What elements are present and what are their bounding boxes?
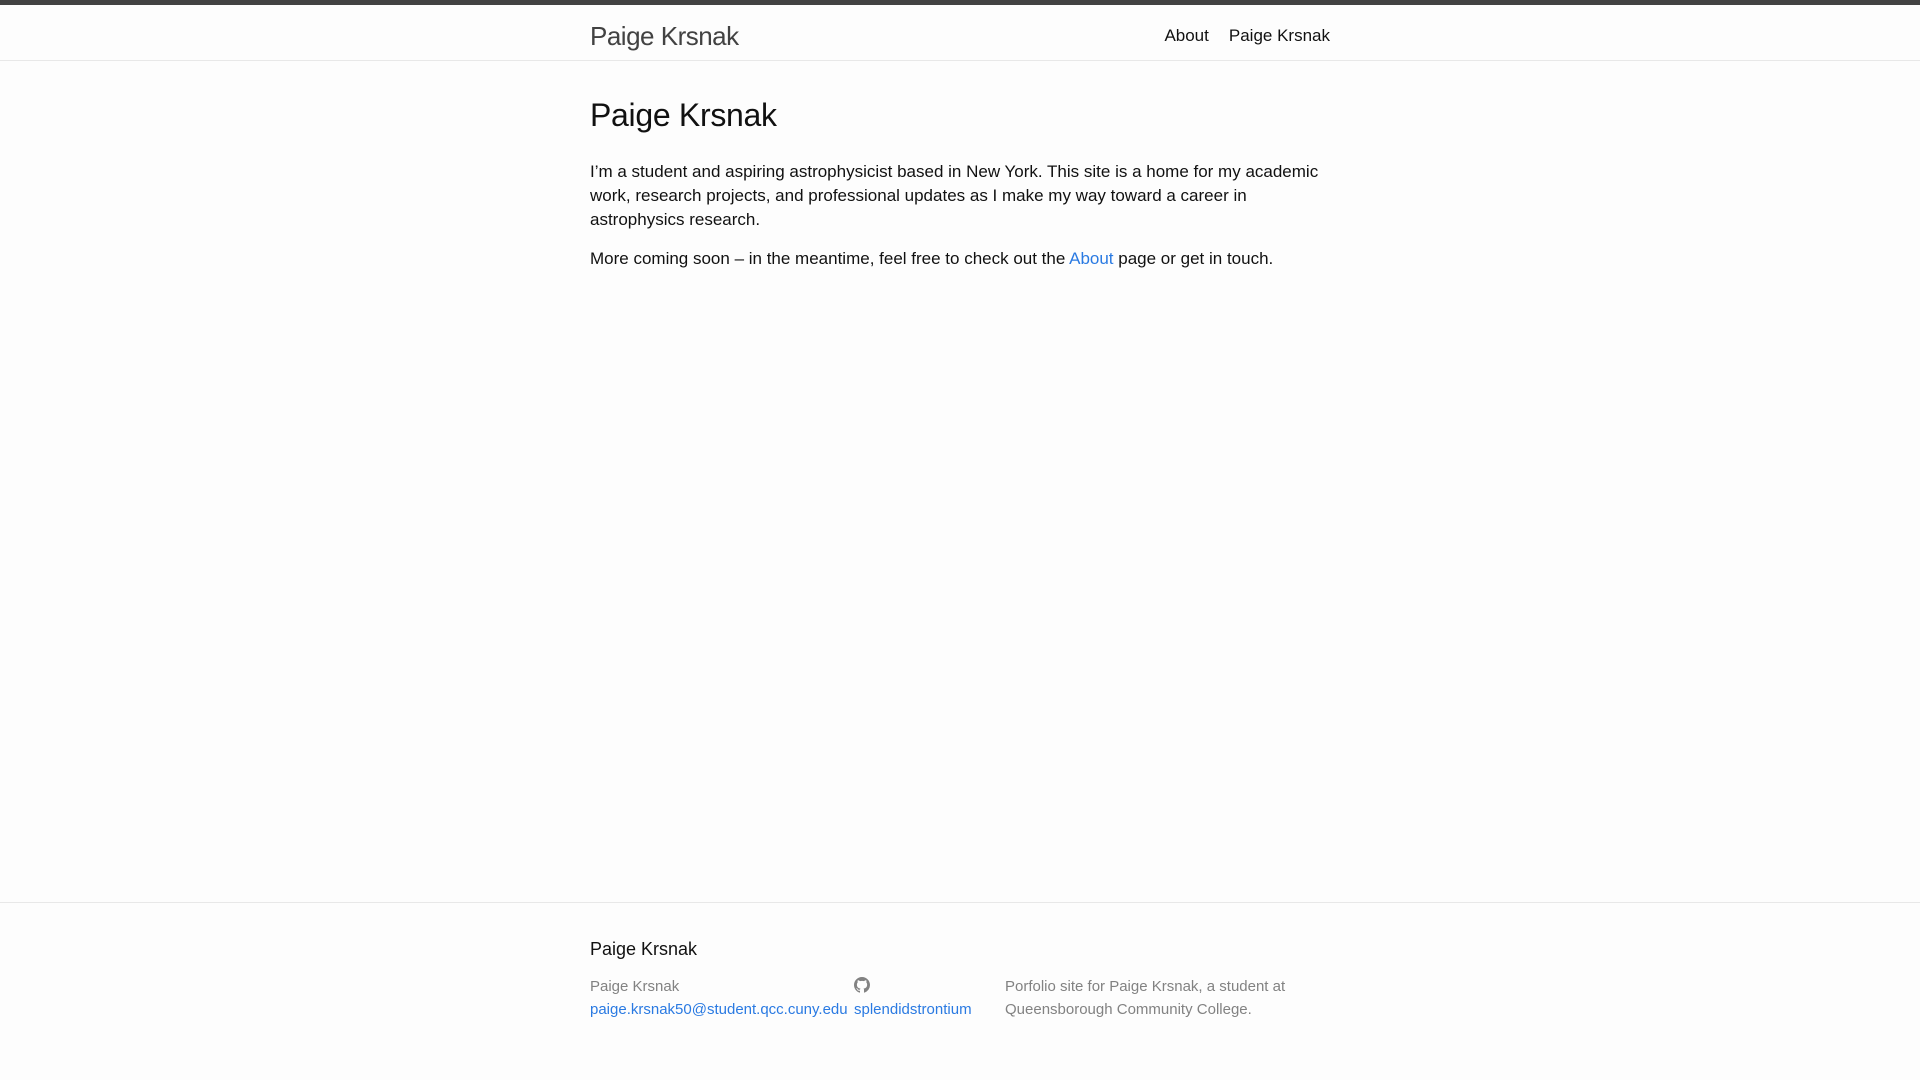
- coming-soon-text-after: page or get in touch.: [1113, 249, 1274, 268]
- page-content: Paige Krsnak I’m a student and aspiring …: [590, 90, 1330, 286]
- site-footer: Paige Krsnak Paige Krsnak paige.krsnak50…: [0, 902, 1920, 1080]
- footer-name: Paige Krsnak: [590, 978, 680, 995]
- site-header: Paige Krsnak About Paige Krsnak: [0, 0, 1920, 61]
- coming-soon-paragraph: More coming soon – in the meantime, feel…: [590, 247, 1330, 271]
- site-nav: About Paige Krsnak: [1164, 23, 1330, 49]
- github-username-link[interactable]: splendidstrontium: [854, 998, 1004, 1021]
- footer-email-link[interactable]: paige.krsnak50@student.qcc.cuny.edu: [590, 998, 860, 1021]
- coming-soon-text-before: More coming soon – in the meantime, feel…: [590, 249, 1070, 268]
- nav-link-about[interactable]: About: [1164, 23, 1208, 49]
- site-title-link[interactable]: Paige Krsnak: [590, 18, 739, 54]
- footer-contact-column: Paige Krsnak paige.krsnak50@student.qcc.…: [590, 975, 860, 1021]
- nav-link-paige-krsnak[interactable]: Paige Krsnak: [1229, 23, 1330, 49]
- intro-paragraph: I’m a student and aspiring astrophysicis…: [590, 162, 1319, 229]
- github-icon-row: [854, 975, 1004, 998]
- github-icon[interactable]: [854, 977, 870, 993]
- footer-description-column: Porfolio site for Paige Krsnak, a studen…: [1005, 975, 1325, 1021]
- page-title: Paige Krsnak: [590, 97, 777, 133]
- about-inline-link[interactable]: About: [1069, 249, 1113, 268]
- footer-heading: Paige Krsnak: [590, 939, 698, 959]
- footer-social-column: splendidstrontium: [854, 975, 1004, 1021]
- footer-description: Porfolio site for Paige Krsnak, a studen…: [1005, 978, 1286, 1018]
